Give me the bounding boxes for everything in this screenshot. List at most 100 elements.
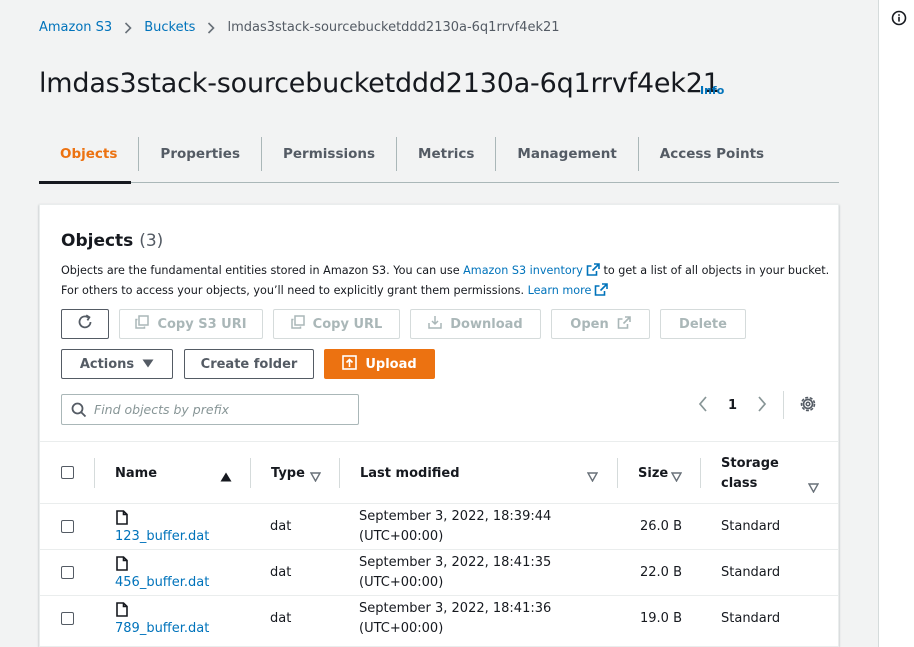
- object-size: 26.0 B: [640, 519, 682, 534]
- column-header-size[interactable]: Size: [638, 466, 668, 481]
- copy-url-button[interactable]: Copy URL: [273, 309, 400, 339]
- description-text: Objects are the fundamental entities sto…: [61, 264, 464, 277]
- objects-description-line-1: Objects are the fundamental entities sto…: [61, 263, 829, 279]
- chevron-right-icon: [124, 21, 132, 34]
- current-page-number[interactable]: 1: [728, 398, 737, 413]
- object-last-modified-tz: (UTC+00:00): [359, 575, 444, 590]
- object-last-modified: September 3, 2022, 18:41:36: [359, 601, 552, 616]
- object-name-link[interactable]: 789_buffer.dat: [115, 621, 209, 636]
- breadcrumb-buckets[interactable]: Buckets: [144, 20, 195, 35]
- select-all-checkbox[interactable]: [61, 466, 74, 479]
- object-name-link[interactable]: 456_buffer.dat: [115, 575, 209, 590]
- open-button[interactable]: Open: [551, 309, 650, 339]
- column-header-name[interactable]: Name: [115, 466, 157, 481]
- active-tab-indicator: [39, 181, 131, 184]
- objects-panel: Objects (3) Objects are the fundamental …: [39, 204, 839, 647]
- upload-icon: [342, 354, 358, 374]
- breadcrumb-amazon-s3[interactable]: Amazon S3: [39, 20, 112, 35]
- search-icon: [71, 402, 87, 422]
- description-text: to get a list of all objects in your buc…: [599, 264, 830, 277]
- object-last-modified: September 3, 2022, 18:41:35: [359, 555, 552, 570]
- download-icon: [428, 315, 443, 333]
- learn-more-link[interactable]: Learn more: [528, 284, 592, 297]
- objects-title: Objects: [61, 231, 134, 251]
- table-row[interactable]: 456_buffer.dat dat September 3, 2022, 18…: [40, 550, 838, 596]
- help-panel-rail: [878, 0, 914, 647]
- external-link-icon: [594, 283, 609, 299]
- breadcrumb-current-bucket: lmdas3stack-sourcebucketddd2130a-6q1rrvf…: [227, 20, 560, 35]
- sort-icon[interactable]: [586, 467, 599, 486]
- open-label: Open: [570, 316, 609, 332]
- copy-url-label: Copy URL: [312, 316, 383, 332]
- create-folder-label: Create folder: [200, 356, 298, 372]
- table-row[interactable]: 789_buffer.dat dat September 3, 2022, 18…: [40, 596, 838, 642]
- copy-icon: [290, 315, 305, 333]
- copy-s3-uri-label: Copy S3 URI: [157, 316, 247, 332]
- object-type: dat: [270, 519, 292, 534]
- page-title: lmdas3stack-sourcebucketddd2130a-6q1rrvf…: [39, 68, 720, 99]
- table-header: Name Type Last modified Size Storage cla…: [40, 441, 838, 504]
- column-divider: [250, 458, 251, 488]
- tab-management[interactable]: Management: [495, 137, 637, 171]
- external-link-icon: [617, 315, 631, 333]
- previous-page-icon[interactable]: [697, 395, 709, 413]
- upload-button[interactable]: Upload: [324, 349, 435, 379]
- objects-header: Objects (3): [61, 231, 163, 251]
- download-button[interactable]: Download: [410, 309, 541, 339]
- column-header-last-modified[interactable]: Last modified: [360, 466, 460, 481]
- gear-icon[interactable]: [799, 395, 817, 413]
- info-link[interactable]: Info: [700, 84, 724, 97]
- search-input[interactable]: Find objects by prefix: [61, 394, 359, 425]
- actions-dropdown[interactable]: Actions: [61, 349, 173, 379]
- chevron-right-icon: [207, 21, 216, 34]
- file-icon: [116, 556, 128, 575]
- delete-button[interactable]: Delete: [660, 309, 746, 339]
- tab-properties[interactable]: Properties: [138, 137, 261, 171]
- column-header-storage-class-line1[interactable]: Storage: [721, 456, 779, 471]
- object-size: 22.0 B: [640, 565, 682, 580]
- search-placeholder: Find objects by prefix: [94, 402, 230, 417]
- object-last-modified-tz: (UTC+00:00): [359, 621, 444, 636]
- caret-down-icon: [142, 357, 154, 372]
- download-label: Download: [450, 316, 523, 332]
- description-text: For others to access your objects, you’l…: [61, 284, 528, 297]
- delete-label: Delete: [679, 316, 727, 332]
- object-name-link[interactable]: 123_buffer.dat: [115, 529, 209, 544]
- refresh-icon: [76, 313, 94, 335]
- objects-description-line-2: For others to access your objects, you’l…: [61, 283, 609, 299]
- upload-label: Upload: [365, 356, 417, 372]
- row-checkbox[interactable]: [61, 520, 74, 533]
- tab-access-points[interactable]: Access Points: [637, 137, 785, 171]
- breadcrumb: Amazon S3 Buckets lmdas3stack-sourcebuck…: [39, 20, 560, 35]
- object-type: dat: [270, 565, 292, 580]
- next-page-icon[interactable]: [756, 395, 768, 413]
- table-row[interactable]: 123_buffer.dat dat September 3, 2022, 18…: [40, 504, 838, 550]
- object-storage-class: Standard: [721, 565, 781, 580]
- external-link-icon: [586, 263, 600, 279]
- row-checkbox[interactable]: [61, 612, 74, 625]
- column-header-type[interactable]: Type: [271, 466, 305, 481]
- object-last-modified-tz: (UTC+00:00): [359, 529, 444, 544]
- file-icon: [116, 510, 128, 529]
- objects-count: (3): [139, 231, 164, 251]
- sort-icon[interactable]: [807, 478, 820, 497]
- s3-inventory-link[interactable]: Amazon S3 inventory: [463, 264, 583, 277]
- tab-metrics[interactable]: Metrics: [396, 137, 495, 171]
- info-circle-icon[interactable]: [891, 10, 907, 30]
- object-type: dat: [270, 611, 292, 626]
- refresh-button[interactable]: [61, 309, 109, 339]
- tab-permissions[interactable]: Permissions: [261, 137, 396, 171]
- tab-objects[interactable]: Objects: [39, 137, 138, 171]
- sort-ascending-icon[interactable]: [220, 467, 232, 486]
- copy-s3-uri-button[interactable]: Copy S3 URI: [119, 309, 263, 339]
- sort-icon[interactable]: [670, 467, 683, 486]
- sort-icon[interactable]: [309, 467, 322, 486]
- create-folder-button[interactable]: Create folder: [184, 349, 314, 379]
- column-divider: [617, 458, 618, 488]
- tab-bar: Objects Properties Permissions Metrics M…: [39, 137, 839, 183]
- column-header-storage-class-line2[interactable]: class: [721, 476, 757, 491]
- actions-label: Actions: [79, 356, 135, 372]
- object-last-modified: September 3, 2022, 18:39:44: [359, 509, 552, 524]
- object-size: 19.0 B: [640, 611, 682, 626]
- row-checkbox[interactable]: [61, 566, 74, 579]
